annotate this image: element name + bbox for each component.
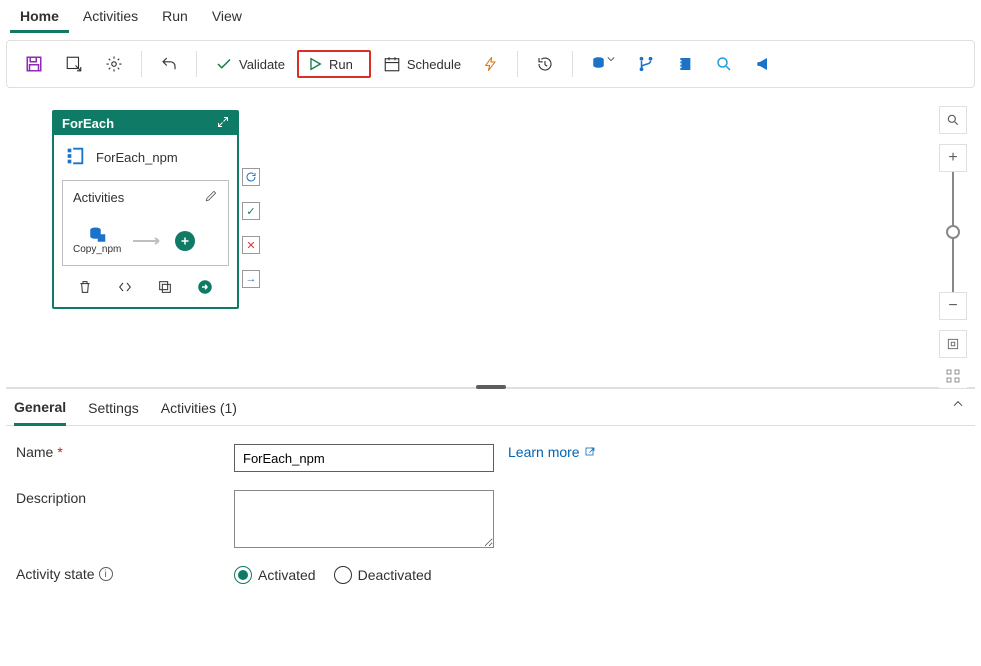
copy-icon[interactable] <box>157 279 173 298</box>
save-as-icon <box>65 55 83 73</box>
delete-icon[interactable] <box>77 279 93 298</box>
go-icon[interactable] <box>196 278 214 299</box>
success-connector[interactable]: ✓ <box>242 202 260 220</box>
separator <box>517 51 518 77</box>
canvas-search-button[interactable] <box>939 106 967 134</box>
card-name: ForEach_npm <box>96 150 178 165</box>
toolbar: Validate Run Schedule <box>6 40 975 88</box>
branch-icon <box>637 55 655 73</box>
separator <box>141 51 142 77</box>
zoom-out-button[interactable]: − <box>939 292 967 320</box>
validate-button[interactable]: Validate <box>205 49 295 79</box>
calendar-icon <box>383 55 401 73</box>
collapse-panel-button[interactable] <box>951 397 965 414</box>
radio-activated[interactable]: Activated <box>234 566 316 584</box>
save-as-button[interactable] <box>55 49 93 79</box>
pipeline-canvas[interactable]: ForEach ForEach_npm Activities Copy_npm <box>6 96 975 388</box>
name-input[interactable] <box>234 444 494 472</box>
undo-button[interactable] <box>150 49 188 79</box>
ribbon-tab-view[interactable]: View <box>202 4 252 33</box>
tab-settings[interactable]: Settings <box>88 400 139 424</box>
activity-flow: Copy_npm <box>73 226 218 255</box>
zoom-slider-handle[interactable] <box>946 225 960 239</box>
ribbon-tab-activities[interactable]: Activities <box>73 4 148 33</box>
schedule-label: Schedule <box>407 57 461 72</box>
branch-button[interactable] <box>627 49 665 79</box>
canvas-controls <box>939 106 967 134</box>
save-icon <box>25 55 43 73</box>
copy-label: Copy_npm <box>73 244 121 255</box>
description-label: Description <box>16 490 234 506</box>
zoom-in-button[interactable]: + <box>939 144 967 172</box>
play-icon <box>307 56 323 72</box>
zoom-fit-button[interactable] <box>939 330 967 358</box>
name-label: Name * <box>16 444 234 460</box>
validate-label: Validate <box>239 57 285 72</box>
history-icon <box>536 55 554 73</box>
copy-activity-node[interactable]: Copy_npm <box>73 226 121 255</box>
ribbon-tab-run[interactable]: Run <box>152 4 198 33</box>
run-label: Run <box>329 57 353 72</box>
auto-layout-button[interactable] <box>939 362 967 390</box>
undo-icon <box>160 55 178 73</box>
panel-resize-handle[interactable] <box>476 385 506 389</box>
failure-connector[interactable]: ✕ <box>242 236 260 254</box>
separator <box>196 51 197 77</box>
connector-icons: ✓ ✕ → <box>242 168 260 288</box>
schedule-button[interactable]: Schedule <box>373 49 471 79</box>
search-icon <box>715 55 733 73</box>
ribbon-tab-home[interactable]: Home <box>10 4 69 33</box>
database-icon <box>87 226 107 244</box>
run-button[interactable]: Run <box>297 50 371 78</box>
foreach-activity-card[interactable]: ForEach ForEach_npm Activities Copy_npm <box>52 110 239 309</box>
card-actions <box>54 272 237 307</box>
tab-activities[interactable]: Activities (1) <box>161 400 237 424</box>
history-button[interactable] <box>526 49 564 79</box>
tab-general[interactable]: General <box>14 399 66 426</box>
card-header: ForEach <box>54 112 237 135</box>
card-name-row: ForEach_npm <box>54 135 237 180</box>
general-form: Name * Learn more Description Activity s… <box>6 426 975 620</box>
learn-more-link[interactable]: Learn more <box>508 444 596 460</box>
megaphone-icon <box>755 55 773 73</box>
save-button[interactable] <box>15 49 53 79</box>
edit-icon[interactable] <box>204 189 218 206</box>
property-tabs: General Settings Activities (1) <box>6 389 975 426</box>
arrow-icon <box>131 236 165 246</box>
trigger-button[interactable] <box>473 49 509 79</box>
retry-connector[interactable] <box>242 168 260 186</box>
separator <box>572 51 573 77</box>
zoom-track[interactable] <box>952 172 954 232</box>
radio-deactivated[interactable]: Deactivated <box>334 566 432 584</box>
activities-label: Activities <box>73 190 124 205</box>
foreach-icon <box>64 145 86 170</box>
notebook-button[interactable] <box>667 49 703 79</box>
description-input[interactable] <box>234 490 494 548</box>
expand-icon[interactable] <box>217 116 229 131</box>
completion-connector[interactable]: → <box>242 270 260 288</box>
code-icon[interactable] <box>116 279 134 298</box>
zoom-controls: + − <box>939 144 967 390</box>
info-icon[interactable]: i <box>99 567 113 581</box>
settings-button[interactable] <box>95 49 133 79</box>
properties-panel: General Settings Activities (1) Name * L… <box>6 388 975 620</box>
add-activity-button[interactable] <box>175 231 195 251</box>
lightning-icon <box>483 55 499 73</box>
zoom-track[interactable] <box>952 232 954 292</box>
card-title: ForEach <box>62 116 114 131</box>
announce-button[interactable] <box>745 49 783 79</box>
gear-icon <box>105 55 123 73</box>
activity-state-radios: Activated Deactivated <box>234 566 432 584</box>
search-button[interactable] <box>705 49 743 79</box>
activity-state-label: Activity state i <box>16 566 234 582</box>
notebook-icon <box>677 55 693 73</box>
check-icon <box>215 55 233 73</box>
database-icon <box>591 55 615 73</box>
activities-container[interactable]: Activities Copy_npm <box>62 180 229 266</box>
data-button[interactable] <box>581 49 625 79</box>
ribbon-tabs: Home Activities Run View <box>0 0 981 34</box>
